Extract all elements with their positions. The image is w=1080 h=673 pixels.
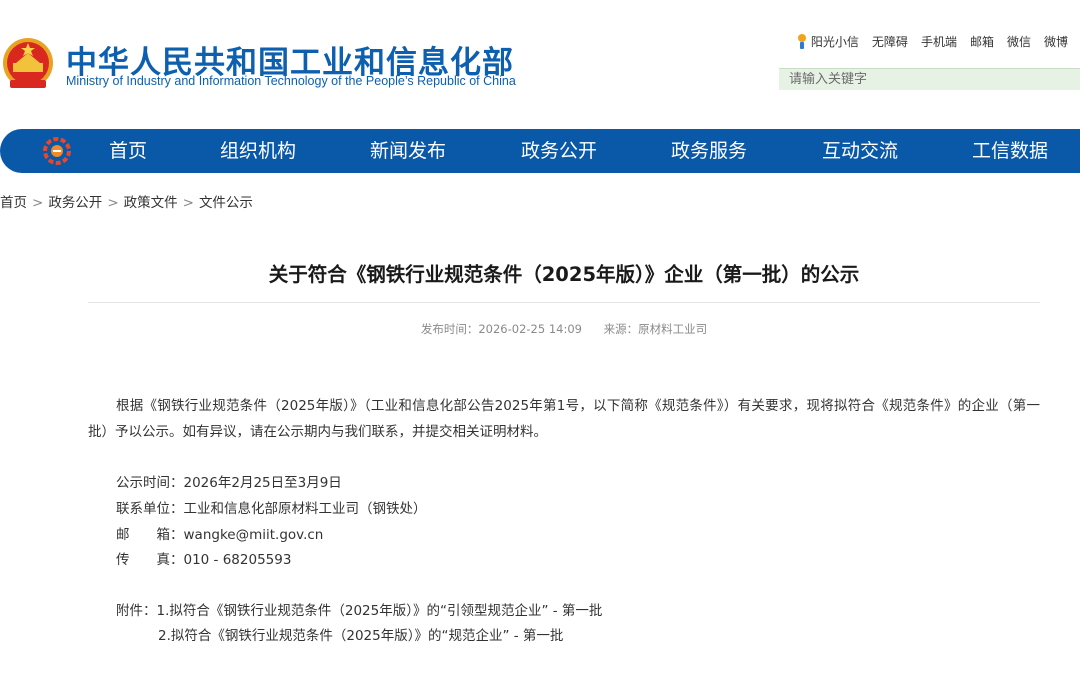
site-subtitle: Ministry of Industry and Information Tec… bbox=[66, 74, 516, 88]
top-link-accessibility[interactable]: 无障碍 bbox=[872, 33, 908, 50]
nav-news[interactable]: 新闻发布 bbox=[370, 129, 446, 173]
email-value: wangke@miit.gov.cn bbox=[183, 527, 324, 543]
article-title: 关于符合《钢铁行业规范条件（2025年版）》企业（第一批）的公示 bbox=[268, 263, 860, 286]
nav-data[interactable]: 工信数据 bbox=[972, 129, 1048, 173]
nav-home[interactable]: 首页 bbox=[109, 129, 147, 173]
breadcrumb-separator: > bbox=[32, 195, 44, 211]
breadcrumb-home[interactable]: 首页 bbox=[0, 195, 27, 211]
contact-email: 邮 箱：wangke@miit.gov.cn bbox=[116, 523, 323, 543]
attachment-2: 2.拟符合《钢铁行业规范条件（2025年版）》的“规范企业” - 第一批 bbox=[158, 624, 563, 644]
contact-unit: 联系单位：工业和信息化部原材料工业司（钢铁处） bbox=[116, 497, 427, 517]
top-link-mobile[interactable]: 手机端 bbox=[921, 33, 957, 50]
breadcrumb-separator: > bbox=[182, 195, 194, 211]
unit-value: 工业和信息化部原材料工业司（钢铁处） bbox=[183, 501, 427, 517]
email-label: 邮 箱： bbox=[116, 527, 184, 543]
attachment-link[interactable]: 1.拟符合《钢铁行业规范条件（2025年版）》的“引领型规范企业” - 第一批 bbox=[157, 603, 603, 619]
top-links: 阳光小信 无障碍 手机端 邮箱 微信 微博 bbox=[796, 33, 1068, 50]
nav-interaction[interactable]: 互动交流 bbox=[822, 129, 898, 173]
top-link-sunshine[interactable]: 阳光小信 bbox=[811, 33, 859, 50]
attachment-link[interactable]: 2.拟符合《钢铁行业规范条件（2025年版）》的“规范企业” - 第一批 bbox=[158, 628, 563, 644]
period-label: 公示时间： bbox=[116, 475, 184, 491]
nav-services[interactable]: 政务服务 bbox=[671, 129, 747, 173]
contact-fax: 传 真：010 - 68205593 bbox=[116, 548, 291, 568]
publish-time: 发布时间：2026-02-25 14:09 bbox=[420, 322, 582, 336]
main-nav: 首页 组织机构 新闻发布 政务公开 政务服务 互动交流 工信数据 bbox=[0, 129, 1080, 173]
unit-label: 联系单位： bbox=[116, 501, 184, 517]
attachment-1: 附件：1.拟符合《钢铁行业规范条件（2025年版）》的“引领型规范企业” - 第… bbox=[116, 599, 602, 619]
breadcrumb-gov-affairs[interactable]: 政务公开 bbox=[48, 195, 102, 211]
top-link-mailbox[interactable]: 邮箱 bbox=[970, 33, 994, 50]
notice-period: 公示时间：2026年2月25日至3月9日 bbox=[116, 471, 342, 491]
sunshine-icon bbox=[797, 34, 806, 49]
article-meta: 发布时间：2026-02-25 14:09 来源：原材料工业司 bbox=[88, 321, 1040, 337]
nav-organization[interactable]: 组织机构 bbox=[220, 129, 296, 173]
attachments-label: 附件： bbox=[116, 603, 157, 619]
breadcrumb-file-notice[interactable]: 文件公示 bbox=[199, 195, 253, 211]
nav-government-affairs[interactable]: 政务公开 bbox=[521, 129, 597, 173]
search-input[interactable] bbox=[779, 68, 1080, 90]
miit-logo-icon[interactable] bbox=[43, 137, 71, 165]
title-divider bbox=[88, 302, 1040, 303]
article-body: 根据《钢铁行业规范条件（2025年版）》（工业和信息化部公告2025年第1号，以… bbox=[88, 398, 1040, 440]
breadcrumb-policy-docs[interactable]: 政策文件 bbox=[124, 195, 178, 211]
period-value: 2026年2月25日至3月9日 bbox=[183, 475, 342, 491]
top-link-wechat[interactable]: 微信 bbox=[1007, 33, 1031, 50]
fax-label: 传 真： bbox=[116, 552, 184, 568]
top-link-weibo[interactable]: 微博 bbox=[1044, 33, 1068, 50]
national-emblem-icon bbox=[3, 38, 53, 88]
article-source: 来源：原材料工业司 bbox=[603, 322, 708, 336]
fax-value: 010 - 68205593 bbox=[183, 552, 292, 568]
breadcrumb: 首页 > 政务公开 > 政策文件 > 文件公示 bbox=[0, 191, 253, 211]
breadcrumb-separator: > bbox=[107, 195, 119, 211]
